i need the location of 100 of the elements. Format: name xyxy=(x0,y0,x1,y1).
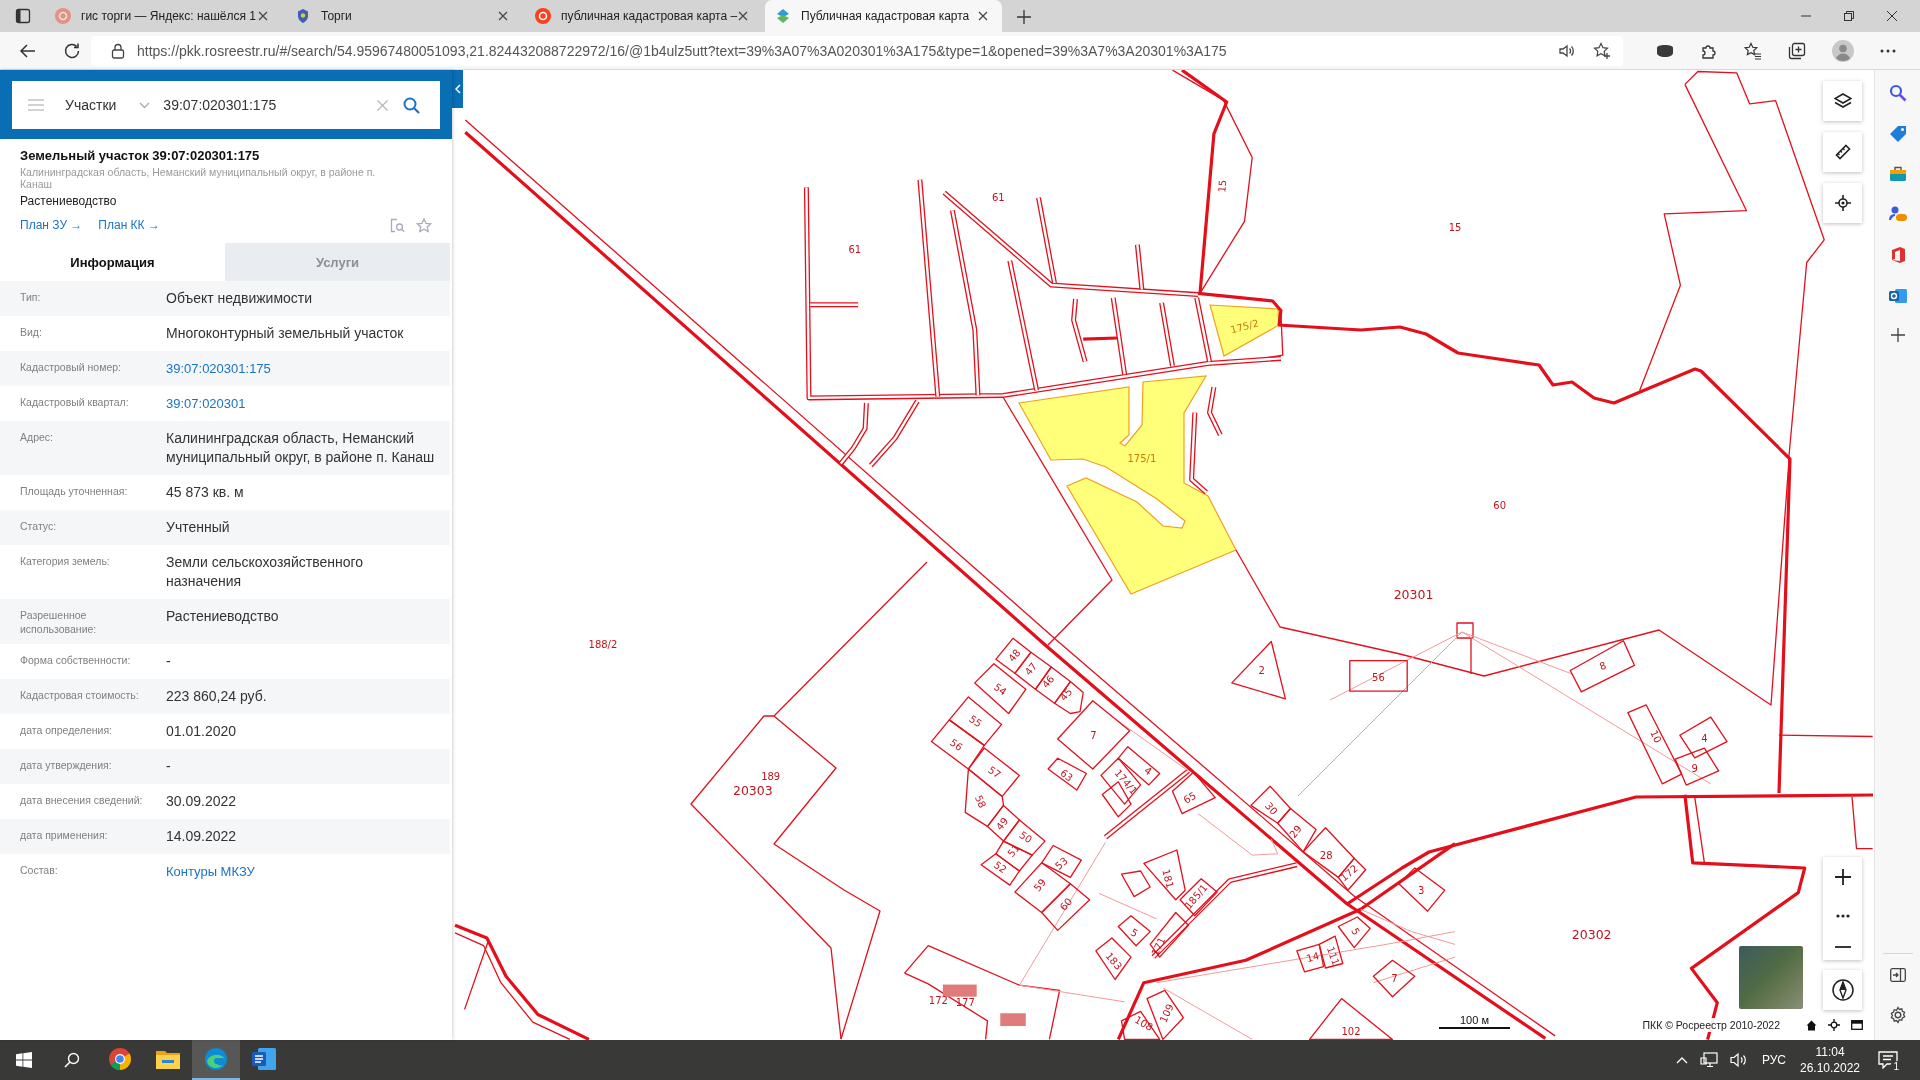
parcel-number: 111 xyxy=(1324,945,1342,967)
favorites-icon[interactable] xyxy=(1744,41,1762,60)
extension-icon[interactable] xyxy=(1656,43,1674,58)
tag-icon[interactable] xyxy=(1888,125,1907,143)
selected-parcel-contour[interactable] xyxy=(1018,375,1237,595)
add-icon[interactable] xyxy=(1890,328,1905,342)
field-label: Категория земель: xyxy=(20,554,111,568)
restore-icon[interactable] xyxy=(1844,11,1854,21)
add-favorite-icon[interactable] xyxy=(1593,41,1611,60)
field-value: 45 873 кв. м xyxy=(166,483,245,502)
field-label: Кадастровый номер: xyxy=(20,360,123,374)
close-icon[interactable] xyxy=(738,11,748,21)
quarter-number: 20302 xyxy=(1571,927,1612,943)
field-link[interactable]: 39:07:020301:175 xyxy=(166,359,438,378)
back-icon[interactable] xyxy=(19,41,37,60)
favicon-icon xyxy=(55,8,71,24)
parcel-number: 46 xyxy=(1039,673,1057,691)
parcel-number: 5 xyxy=(1128,926,1140,940)
tab-actions-icon[interactable] xyxy=(15,8,31,24)
more-icon[interactable] xyxy=(1835,913,1850,918)
field-label: Статус: xyxy=(20,519,58,533)
field-value: Земли сельскохозяйственного назначения xyxy=(166,553,365,591)
parcel-number: 4 xyxy=(1142,764,1154,778)
gamepad-icon[interactable] xyxy=(1888,205,1907,223)
parcel-number: 60 xyxy=(1493,499,1507,511)
taskbar-app-button[interactable] xyxy=(192,1040,240,1080)
field-value: - xyxy=(166,757,172,776)
collections-icon[interactable] xyxy=(1788,41,1806,60)
quarter-number: 20301 xyxy=(1393,586,1434,602)
address-bar[interactable]: https://pkk.rosreestr.ru/#/search/54.95967480051093,21.824432088722972/16/@1b4ulz5utt?text=39%3A07%3A020301%3A175&type=1&opened=39%3A7%3A20301%3A175 xyxy=(91,35,1623,66)
home-icon[interactable] xyxy=(1806,1019,1817,1031)
locate-button[interactable] xyxy=(1823,183,1862,223)
briefcase-icon[interactable] xyxy=(1888,166,1907,182)
window-icon[interactable] xyxy=(1851,1020,1863,1030)
compass-button[interactable] xyxy=(1823,970,1862,1010)
more-icon[interactable] xyxy=(1880,48,1896,53)
notifications-icon[interactable] xyxy=(1878,1051,1898,1069)
field-label: Адрес: xyxy=(20,430,54,444)
parcel-number: 56 xyxy=(1372,671,1385,683)
collapse-panel-button[interactable] xyxy=(452,70,463,108)
field-label: Кадастровый квартал: xyxy=(20,395,130,409)
chevron-left-icon xyxy=(454,84,461,94)
settings-icon[interactable] xyxy=(1888,1006,1907,1024)
document-icon xyxy=(252,1048,276,1070)
star-icon[interactable] xyxy=(416,217,432,233)
field-link[interactable]: 39:07:020301 xyxy=(166,394,438,413)
plan-link[interactable]: План ЗУ → xyxy=(20,218,83,232)
parcel-number: 177 xyxy=(955,996,975,1008)
parcel-number: 181 xyxy=(1160,868,1176,890)
close-icon[interactable] xyxy=(1887,11,1897,21)
field-label: дата внесения сведений: xyxy=(20,793,144,807)
plan-link[interactable]: План КК → xyxy=(98,218,160,232)
search-field[interactable]: 39:07:020301:175 xyxy=(163,97,364,113)
browser-tab[interactable]: Торги xyxy=(285,2,522,30)
mail-icon[interactable] xyxy=(1888,287,1907,305)
parcel-number: 30 xyxy=(1263,800,1280,817)
language-indicator[interactable]: РУС xyxy=(1761,1053,1786,1067)
selected-parcel-contour[interactable] xyxy=(1209,304,1280,357)
parcel-number: 5 xyxy=(1349,926,1362,938)
measure-button[interactable] xyxy=(1823,132,1862,172)
field-value: 01.01.2020 xyxy=(166,722,238,741)
clock[interactable]: 11:04 26.10.2022 xyxy=(1794,1044,1866,1076)
parcel-number: 55 xyxy=(967,713,984,730)
parcel-purpose: Растениеводство xyxy=(20,193,118,209)
monitor-icon[interactable] xyxy=(1699,1052,1718,1068)
parcel-number: 7 xyxy=(1090,730,1097,742)
chevron-up-icon[interactable] xyxy=(1675,1056,1688,1064)
parcel-number: 175/2 xyxy=(1229,317,1260,336)
browser-tab[interactable]: гис торги — Яндекс: нашёлся 1 xyxy=(45,2,282,30)
avatar-icon[interactable] xyxy=(1832,39,1854,62)
compass-icon xyxy=(1831,979,1854,1001)
close-icon[interactable] xyxy=(258,11,268,21)
favicon-icon xyxy=(535,8,551,24)
parcel-number: 57 xyxy=(986,764,1003,781)
new-tab-icon[interactable] xyxy=(1017,10,1031,24)
speaker-icon[interactable] xyxy=(1729,1052,1748,1068)
zoom-in-icon[interactable] xyxy=(1834,869,1851,885)
close-icon[interactable] xyxy=(498,11,508,21)
parcel-number: 8 xyxy=(1597,659,1608,673)
parcel-number: 60 xyxy=(1057,895,1075,913)
sidebar-toggle-icon[interactable] xyxy=(1889,968,1906,982)
layers-button[interactable] xyxy=(1823,81,1862,121)
browser-tab[interactable]: публичная кадастровая карта – xyxy=(525,2,762,30)
parcel-number: 52 xyxy=(991,859,1009,876)
parcel-number: 28 xyxy=(1319,849,1333,861)
lock-icon[interactable] xyxy=(111,42,125,59)
parcel-number: 9 xyxy=(1691,762,1698,774)
field-link[interactable]: Контуры МКЗУ xyxy=(166,862,438,881)
browser-tab[interactable]: Публичная кадастровая карта xyxy=(765,0,1002,32)
field-label: дата утверждения: xyxy=(20,758,113,772)
refresh-icon[interactable] xyxy=(63,41,81,60)
search-icon[interactable] xyxy=(1888,84,1907,102)
search-icon[interactable] xyxy=(403,96,421,114)
close-icon[interactable] xyxy=(978,11,988,21)
field-value: 223 860,24 руб. xyxy=(166,687,268,706)
parcel-number: 61 xyxy=(848,244,862,256)
parcel-address: Калининградская область, Неманский муниципальный округ, в районе п. Канаш xyxy=(20,166,377,190)
category-dropdown[interactable]: Участки xyxy=(65,97,151,113)
crosshair-icon[interactable] xyxy=(1828,1019,1840,1031)
app-logo-icon[interactable] xyxy=(1889,246,1906,264)
